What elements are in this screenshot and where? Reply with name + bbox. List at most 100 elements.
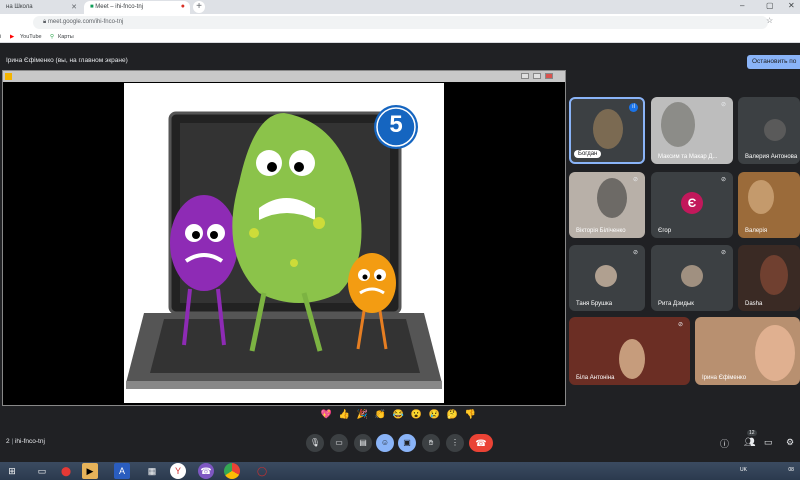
- maps-icon: ⚲: [50, 34, 55, 40]
- window-close-icon[interactable]: ✕: [788, 1, 795, 10]
- star-icon[interactable]: ☆: [766, 16, 773, 25]
- participant-tile-iryna[interactable]: Ірина Єфіменко: [695, 317, 800, 385]
- participant-name: Рита Дзидык: [658, 301, 694, 307]
- participant-tile-tanya[interactable]: ⊘ Таня Брушка: [569, 245, 645, 311]
- mic-off-icon: ⊘: [632, 177, 639, 183]
- mic-off-icon: ⊘: [720, 102, 727, 108]
- stop-presenting-button[interactable]: Остановить по: [747, 55, 800, 69]
- avatar: [681, 265, 703, 287]
- participant-name: Біла Антоніна: [576, 375, 615, 381]
- mic-off-icon: ⊘: [677, 322, 684, 328]
- participant-tile-valeria[interactable]: Валерія: [738, 172, 800, 238]
- tab-label: на Школа: [6, 4, 33, 10]
- lock-icon: 🔒︎: [43, 19, 47, 25]
- participant-name: Валерія: [745, 228, 768, 234]
- participant-video: [755, 325, 795, 381]
- participant-name: Ірина Єфіменко: [702, 375, 747, 381]
- window-titlebar: [3, 71, 565, 82]
- chat-icon[interactable]: ▭: [764, 437, 773, 448]
- participant-name: Вікторія Біліченко: [576, 228, 626, 234]
- bookmark-apps[interactable]: i: [0, 34, 1, 40]
- close-icon[interactable]: [545, 73, 553, 79]
- emoji-button[interactable]: ☺: [376, 434, 394, 452]
- mic-off-icon: ⊘: [632, 250, 639, 256]
- opera-icon[interactable]: ◯: [254, 463, 270, 479]
- end-call-button[interactable]: ☎︎: [469, 434, 493, 452]
- participant-tile-maksym[interactable]: ⊘ Максим та Макар Д...: [651, 97, 733, 164]
- participant-name: Таня Брушка: [576, 301, 613, 307]
- bookmark-youtube[interactable]: YouTube: [20, 34, 42, 40]
- chrome-icon[interactable]: [224, 463, 240, 479]
- meet-icon: ■: [90, 4, 94, 10]
- new-tab-button[interactable]: +: [193, 1, 205, 13]
- minimize-icon[interactable]: [521, 73, 529, 79]
- slide-number: 5: [389, 111, 403, 138]
- participant-video: [619, 339, 645, 379]
- avatar: [764, 119, 786, 141]
- participant-video: [748, 180, 774, 214]
- calculator-icon[interactable]: ▦: [144, 463, 160, 479]
- heart-reaction[interactable]: 💖: [320, 408, 333, 421]
- office-icon[interactable]: A: [114, 463, 130, 479]
- recording-dot-icon: ●: [180, 3, 185, 10]
- tab-school[interactable]: на Школа ✕: [0, 1, 82, 14]
- clap-reaction[interactable]: 👏: [374, 408, 387, 421]
- party-reaction[interactable]: 🎉: [356, 408, 369, 421]
- minimize-icon[interactable]: –: [740, 1, 744, 10]
- omnibox[interactable]: 🔒︎ meet.google.com/ihi-fnco-tnj: [33, 16, 768, 29]
- close-icon[interactable]: ✕: [71, 3, 77, 11]
- maximize-icon[interactable]: [533, 73, 541, 79]
- viber-icon[interactable]: ☎︎: [198, 463, 214, 479]
- participants-count-badge: 12: [747, 430, 757, 436]
- participant-video: [661, 102, 695, 147]
- record-icon[interactable]: ⬤: [58, 463, 74, 479]
- thumbs-down-reaction[interactable]: 👎: [464, 408, 477, 421]
- participant-video: [760, 255, 788, 295]
- captions-button[interactable]: ▤: [354, 434, 372, 452]
- participant-tile-bila[interactable]: ⊘ Біла Антоніна: [569, 317, 690, 385]
- present-button[interactable]: ▣: [398, 434, 416, 452]
- laugh-reaction[interactable]: 😂: [392, 408, 405, 421]
- shared-screen-window: 5: [2, 70, 566, 406]
- tab-meet[interactable]: ■ Meet – ihi-fnco-tnj ●: [84, 1, 190, 14]
- maximize-icon[interactable]: ▢: [766, 1, 774, 10]
- thinking-reaction[interactable]: 🤔: [446, 408, 459, 421]
- participant-video: [593, 109, 623, 149]
- language-indicator[interactable]: UK: [740, 467, 747, 473]
- clock: 08: [788, 467, 794, 473]
- activities-icon[interactable]: ⚙: [786, 437, 794, 448]
- participant-tile-yegor[interactable]: Є ⊘ Єгор: [651, 172, 733, 238]
- participant-tile-valeria-a[interactable]: Валерия Антонова: [738, 97, 800, 164]
- tab-label: Meet – ihi-fnco-tnj: [95, 4, 143, 10]
- bookmark-maps[interactable]: Карты: [58, 34, 74, 40]
- participant-tile-dasha[interactable]: Dasha: [738, 245, 800, 311]
- mic-off-icon: ⊘: [720, 250, 727, 256]
- player-icon[interactable]: ▶: [82, 463, 98, 479]
- people-icon[interactable]: 👥︎: [744, 437, 755, 448]
- participant-name: Єгор: [658, 228, 672, 234]
- participant-tile-bogdan[interactable]: ıl Богдан: [569, 97, 645, 164]
- camera-button[interactable]: ▭: [330, 434, 348, 452]
- mic-button[interactable]: 🎙︎: [306, 434, 324, 452]
- participant-tile-rita[interactable]: ⊘ Рита Дзидык: [651, 245, 733, 311]
- folder-icon[interactable]: ▭: [34, 463, 50, 479]
- meeting-code-text: ihi-fnco-tnj: [14, 438, 45, 445]
- start-icon[interactable]: ⊞: [4, 463, 20, 479]
- info-icon[interactable]: ⓘ: [720, 437, 729, 450]
- yandex-icon[interactable]: Y: [170, 463, 186, 479]
- slide-virus-laptop: 5: [124, 83, 444, 403]
- presenter-label: Ірина Єфіменко (вы, на главном экране): [6, 57, 128, 64]
- system-tray: UK 08: [740, 467, 794, 473]
- youtube-icon: ▶: [10, 34, 15, 40]
- sad-reaction[interactable]: 😢: [428, 408, 441, 421]
- thumbs-up-reaction[interactable]: 👍: [338, 408, 351, 421]
- url-text: meet.google.com/ihi-fnco-tnj: [47, 19, 124, 25]
- raise-hand-button[interactable]: ✋︎: [422, 434, 440, 452]
- avatar: Є: [681, 192, 703, 214]
- participant-tile-viktoria[interactable]: ⊘ Вікторія Біліченко: [569, 172, 645, 238]
- participant-name: Максим та Макар Д...: [658, 154, 718, 160]
- surprised-reaction[interactable]: 😮: [410, 408, 423, 421]
- participant-video: [597, 178, 627, 218]
- more-options-button[interactable]: ⋮: [446, 434, 464, 452]
- mic-off-icon: ⊘: [720, 177, 727, 183]
